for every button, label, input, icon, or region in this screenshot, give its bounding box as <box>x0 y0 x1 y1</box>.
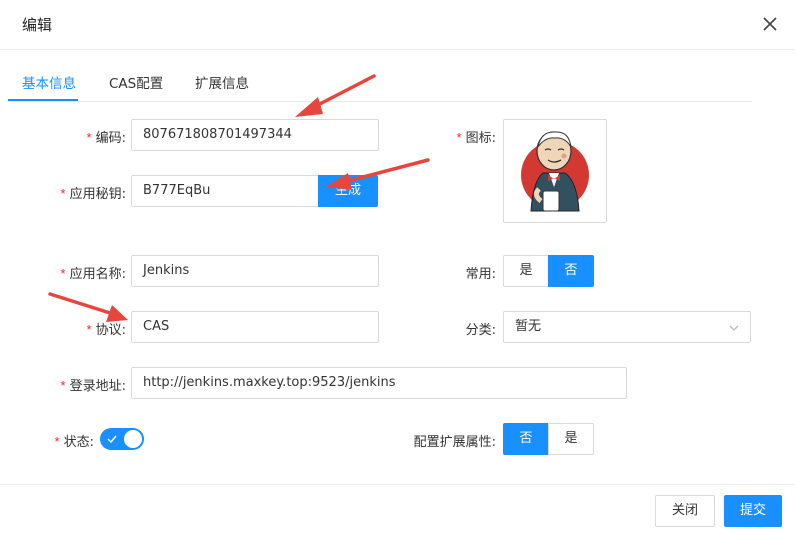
extend-attr-label: 配置扩展属性: <box>413 435 496 450</box>
check-icon <box>107 435 117 444</box>
extend-attr-yes-button[interactable]: 是 <box>548 423 594 455</box>
secret-label: * 应用秘钥: <box>60 186 126 202</box>
status-label: * 状态: <box>54 434 94 450</box>
protocol-input[interactable]: CAS <box>131 311 379 343</box>
toggle-knob <box>124 430 142 448</box>
dialog-title: 编辑 <box>22 16 53 34</box>
protocol-label: * 协议: <box>86 322 126 338</box>
chevron-down-icon <box>729 325 739 331</box>
common-label: 常用: <box>465 267 496 282</box>
secret-input[interactable]: B777EqBu <box>131 175 319 207</box>
tab-cas-config[interactable]: CAS配置 <box>109 72 163 92</box>
common-yes-button[interactable]: 是 <box>503 255 549 287</box>
login-url-label: * 登录地址: <box>60 378 126 394</box>
jenkins-logo-icon <box>521 131 589 212</box>
dialog-header: 编辑 <box>0 0 795 50</box>
generate-secret-button[interactable]: 生成 <box>318 175 378 207</box>
tab-extend-info[interactable]: 扩展信息 <box>195 72 249 92</box>
category-value: 暂无 <box>515 319 542 334</box>
app-icon-upload[interactable] <box>503 119 607 223</box>
status-toggle[interactable] <box>100 428 144 450</box>
app-name-label: * 应用名称: <box>60 266 126 282</box>
close-icon[interactable] <box>758 12 782 36</box>
common-no-button[interactable]: 否 <box>548 255 594 287</box>
tab-basic-info[interactable]: 基本信息 <box>22 72 76 92</box>
code-input[interactable]: 807671808701497344 <box>131 119 379 151</box>
login-url-input[interactable]: http://jenkins.maxkey.top:9523/jenkins <box>131 367 627 399</box>
category-label: 分类: <box>465 323 496 338</box>
active-tab-indicator <box>8 99 78 101</box>
code-label: * 编码: <box>86 130 126 146</box>
category-select[interactable]: 暂无 <box>503 311 751 343</box>
app-name-input[interactable]: Jenkins <box>131 255 379 287</box>
icon-label: * 图标: <box>456 130 496 146</box>
extend-attr-no-button[interactable]: 否 <box>503 423 549 455</box>
annotation-arrow-protocol <box>48 292 128 322</box>
close-button[interactable]: 关闭 <box>655 495 715 527</box>
submit-button[interactable]: 提交 <box>724 495 782 527</box>
